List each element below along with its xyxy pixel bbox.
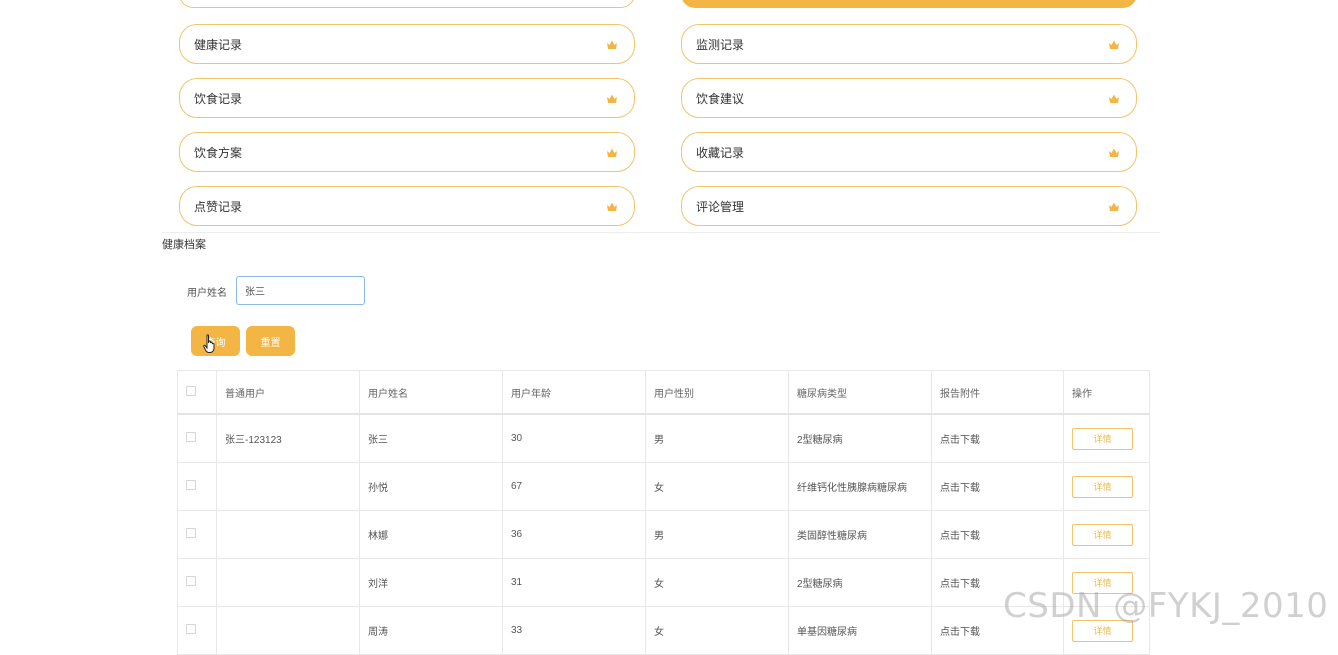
cell-diabetes-type: 单基因糖尿病 <box>788 606 932 655</box>
row-checkbox-cell[interactable] <box>177 462 217 511</box>
cell-age: 31 <box>502 558 646 607</box>
column-header: 用户年龄 <box>502 370 646 415</box>
table-row: 林娜 36 男 类固醇性糖尿病 点击下载 详情 <box>177 510 1150 559</box>
download-link[interactable]: 点击下载 <box>931 510 1064 559</box>
column-header: 报告附件 <box>931 370 1064 415</box>
cell-gender: 男 <box>645 510 789 559</box>
menu-button-active[interactable] <box>681 0 1137 8</box>
menu-button-label: 收藏记录 <box>696 145 745 160</box>
cell-name: 刘洋 <box>359 558 503 607</box>
detail-button[interactable]: 详情 <box>1072 475 1133 498</box>
column-header: 操作 <box>1063 370 1150 415</box>
column-header: 普通用户 <box>216 370 360 415</box>
column-header: 糖尿病类型 <box>788 370 932 415</box>
cell-gender: 女 <box>645 606 789 655</box>
cell-name: 张三 <box>359 413 503 463</box>
menu-button-label: 饮食记录 <box>194 91 243 106</box>
menu-button-label: 饮食建议 <box>696 91 745 106</box>
menu-button-likes[interactable]: 点赞记录 <box>179 186 635 226</box>
watermark-text: CSDN @FYKJ_2010 <box>1003 586 1329 626</box>
crown-icon <box>1108 146 1120 158</box>
cell-name: 周涛 <box>359 606 503 655</box>
cell-user <box>216 510 360 559</box>
menu-button-label: 健康记录 <box>194 37 243 52</box>
row-checkbox[interactable] <box>186 480 196 490</box>
menu-button-comments[interactable]: 评论管理 <box>681 186 1137 226</box>
table-row: 张三-123123 张三 30 男 2型糖尿病 点击下载 详情 <box>177 413 1150 463</box>
table-row: 孙悦 67 女 纤维钙化性胰腺病糖尿病 点击下载 详情 <box>177 462 1150 511</box>
crown-icon <box>606 92 618 104</box>
row-checkbox[interactable] <box>186 432 196 442</box>
menu-button-label: 评论管理 <box>696 199 745 214</box>
username-search-input[interactable] <box>236 276 365 305</box>
row-checkbox-cell[interactable] <box>177 606 217 655</box>
action-cell: 详情 <box>1063 462 1150 511</box>
cell-age: 67 <box>502 462 646 511</box>
row-checkbox-cell[interactable] <box>177 510 217 559</box>
row-checkbox-cell[interactable] <box>177 558 217 607</box>
filter-label: 用户姓名 <box>187 288 227 299</box>
column-header: 用户性别 <box>645 370 789 415</box>
menu-button-diet-plan[interactable]: 饮食方案 <box>179 132 635 172</box>
cell-diabetes-type: 2型糖尿病 <box>788 413 932 463</box>
detail-button[interactable]: 详情 <box>1072 523 1133 546</box>
cell-user <box>216 462 360 511</box>
menu-button-health-record[interactable]: 健康记录 <box>179 24 635 64</box>
download-link[interactable]: 点击下载 <box>931 462 1064 511</box>
cell-diabetes-type: 类固醇性糖尿病 <box>788 510 932 559</box>
cell-age: 33 <box>502 606 646 655</box>
cell-gender: 女 <box>645 462 789 511</box>
detail-button[interactable]: 详情 <box>1072 427 1133 450</box>
cell-gender: 女 <box>645 558 789 607</box>
menu-button-diet-record[interactable]: 饮食记录 <box>179 78 635 118</box>
cell-user: 张三-123123 <box>216 413 360 463</box>
menu-button-partial[interactable] <box>179 0 635 8</box>
cell-name: 林娜 <box>359 510 503 559</box>
cell-user <box>216 606 360 655</box>
menu-button-favorites[interactable]: 收藏记录 <box>681 132 1137 172</box>
crown-icon <box>1108 38 1120 50</box>
reset-button[interactable]: 重置 <box>246 326 295 356</box>
action-cell: 详情 <box>1063 510 1150 559</box>
table-header-row: 普通用户 用户姓名 用户年龄 用户性别 糖尿病类型 报告附件 操作 <box>177 370 1150 415</box>
row-checkbox[interactable] <box>186 624 196 634</box>
cell-age: 30 <box>502 413 646 463</box>
download-link[interactable]: 点击下载 <box>931 413 1064 463</box>
menu-button-label: 饮食方案 <box>194 145 243 160</box>
menu-button-label: 监测记录 <box>696 37 745 52</box>
select-all-cell[interactable] <box>177 370 217 415</box>
action-cell: 详情 <box>1063 413 1150 463</box>
menu-button-label: 点赞记录 <box>194 199 243 214</box>
cell-diabetes-type: 2型糖尿病 <box>788 558 932 607</box>
row-checkbox[interactable] <box>186 576 196 586</box>
crown-icon <box>606 38 618 50</box>
page-title: 健康档案 <box>162 239 206 251</box>
menu-button-diet-advice[interactable]: 饮食建议 <box>681 78 1137 118</box>
row-checkbox-cell[interactable] <box>177 413 217 463</box>
row-checkbox[interactable] <box>186 528 196 538</box>
cell-gender: 男 <box>645 413 789 463</box>
crown-icon <box>1108 200 1120 212</box>
cell-age: 36 <box>502 510 646 559</box>
search-button[interactable]: 查询 <box>191 326 240 356</box>
section-divider <box>162 232 1160 233</box>
menu-button-monitor-record[interactable]: 监测记录 <box>681 24 1137 64</box>
column-header: 用户姓名 <box>359 370 503 415</box>
cell-diabetes-type: 纤维钙化性胰腺病糖尿病 <box>788 462 932 511</box>
crown-icon <box>606 146 618 158</box>
crown-icon <box>606 200 618 212</box>
crown-icon <box>1108 92 1120 104</box>
cell-user <box>216 558 360 607</box>
cell-name: 孙悦 <box>359 462 503 511</box>
select-all-checkbox[interactable] <box>186 385 196 396</box>
